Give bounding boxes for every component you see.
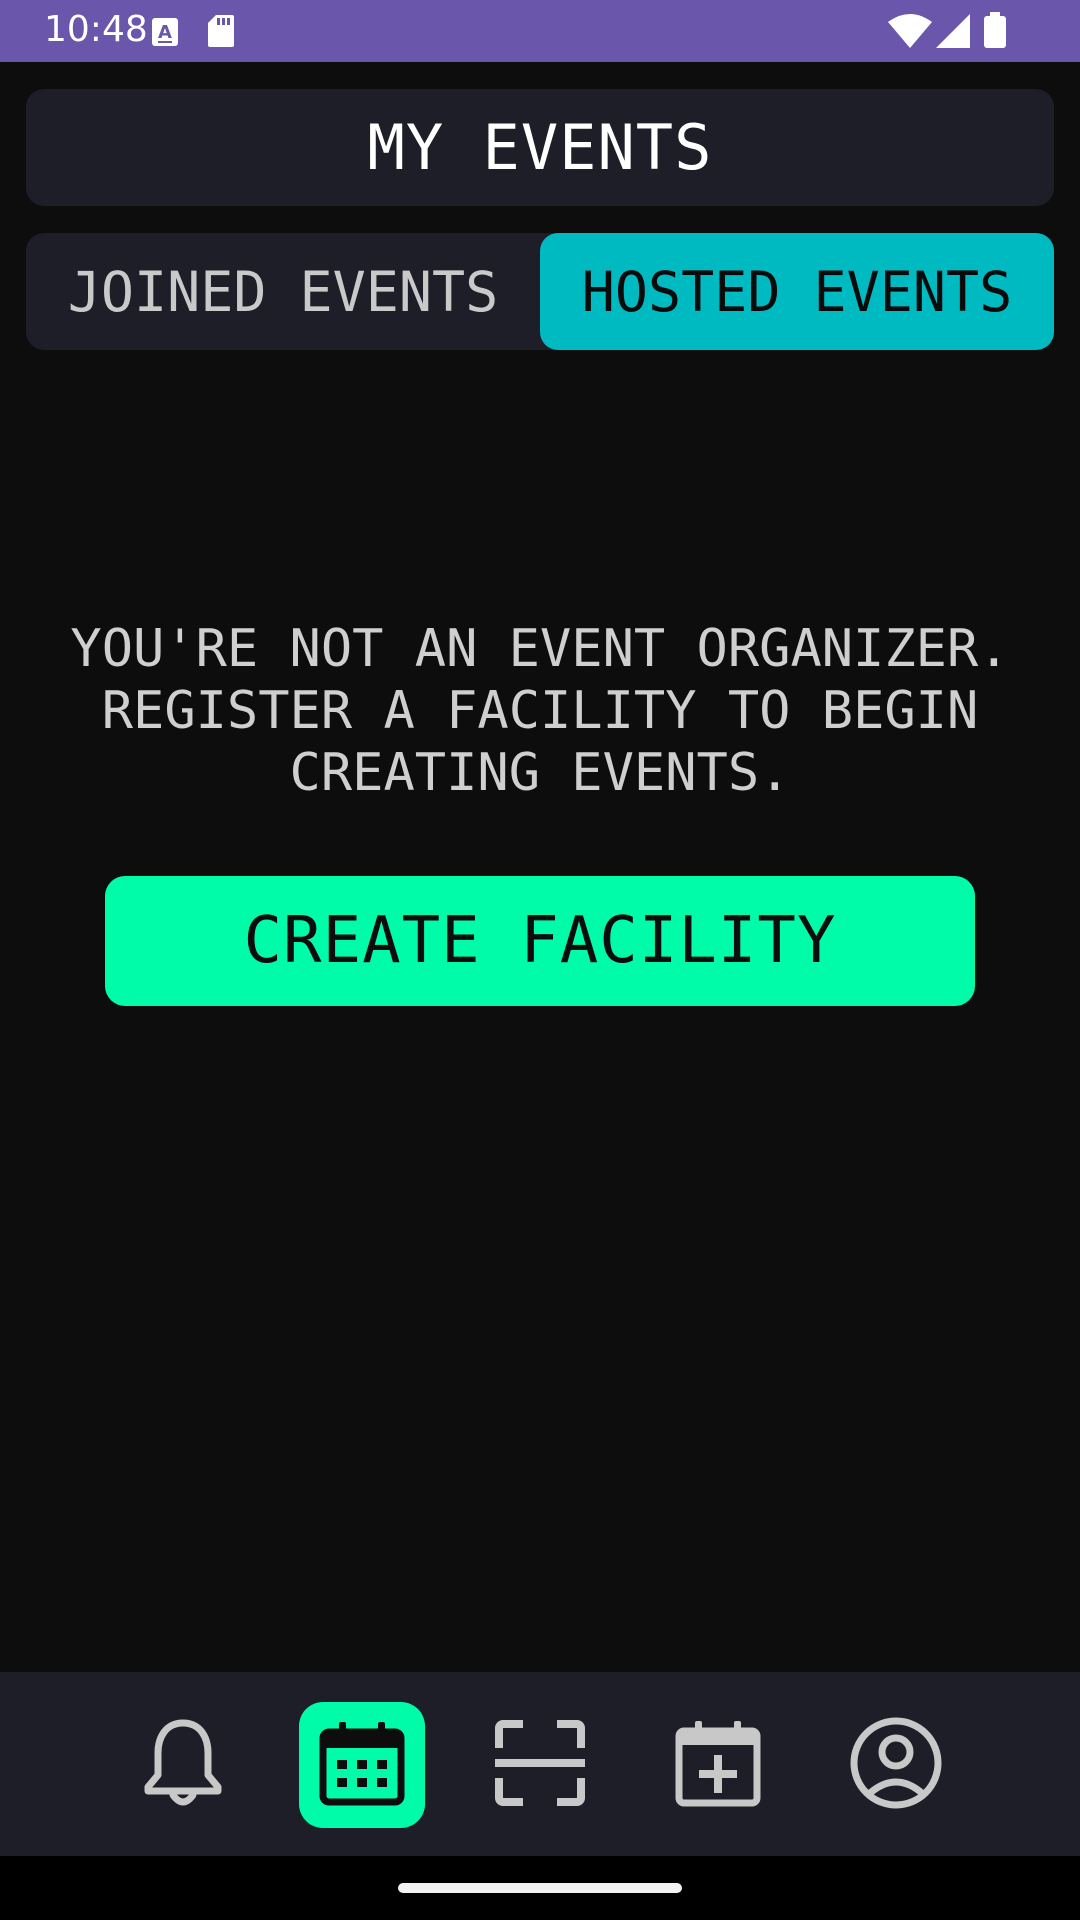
gesture-bar (0, 1856, 1080, 1920)
home-gesture-handle[interactable] (398, 1883, 682, 1893)
status-bar: 10:48 A (0, 0, 1080, 62)
nav-create-event[interactable] (655, 1702, 781, 1828)
account-icon (849, 1716, 943, 1814)
svg-text:A: A (158, 22, 172, 43)
calendar-icon (319, 1720, 405, 1810)
create-facility-button[interactable]: CREATE FACILITY (105, 876, 975, 1006)
tab-joined-events[interactable]: JOINED EVENTS (26, 233, 540, 350)
empty-state-message: YOU'RE NOT AN EVENT ORGANIZER. REGISTER … (70, 619, 1010, 803)
status-time: 10:48 (44, 9, 148, 50)
bell-icon (138, 1715, 228, 1815)
wifi-icon (888, 14, 932, 52)
page-title: MY EVENTS (367, 111, 713, 184)
calendar-add-icon (675, 1719, 761, 1811)
cell-signal-icon (936, 14, 970, 52)
screen: 10:48 A MY EVENTS JOINED EVENTS HOSTED E… (0, 0, 1080, 1920)
nav-my-events[interactable] (299, 1702, 425, 1828)
nav-profile[interactable] (833, 1702, 959, 1828)
page-header: MY EVENTS (26, 89, 1054, 206)
scan-icon (495, 1720, 585, 1810)
tab-hosted-events[interactable]: HOSTED EVENTS (540, 233, 1054, 350)
nav-scan[interactable] (477, 1702, 603, 1828)
nav-notifications[interactable] (120, 1702, 246, 1828)
sd-card-icon (208, 15, 234, 51)
a-notification-icon: A (152, 18, 178, 50)
battery-icon (984, 12, 1006, 52)
bottom-nav (0, 1672, 1080, 1856)
tab-bar: JOINED EVENTS HOSTED EVENTS (26, 233, 1054, 350)
